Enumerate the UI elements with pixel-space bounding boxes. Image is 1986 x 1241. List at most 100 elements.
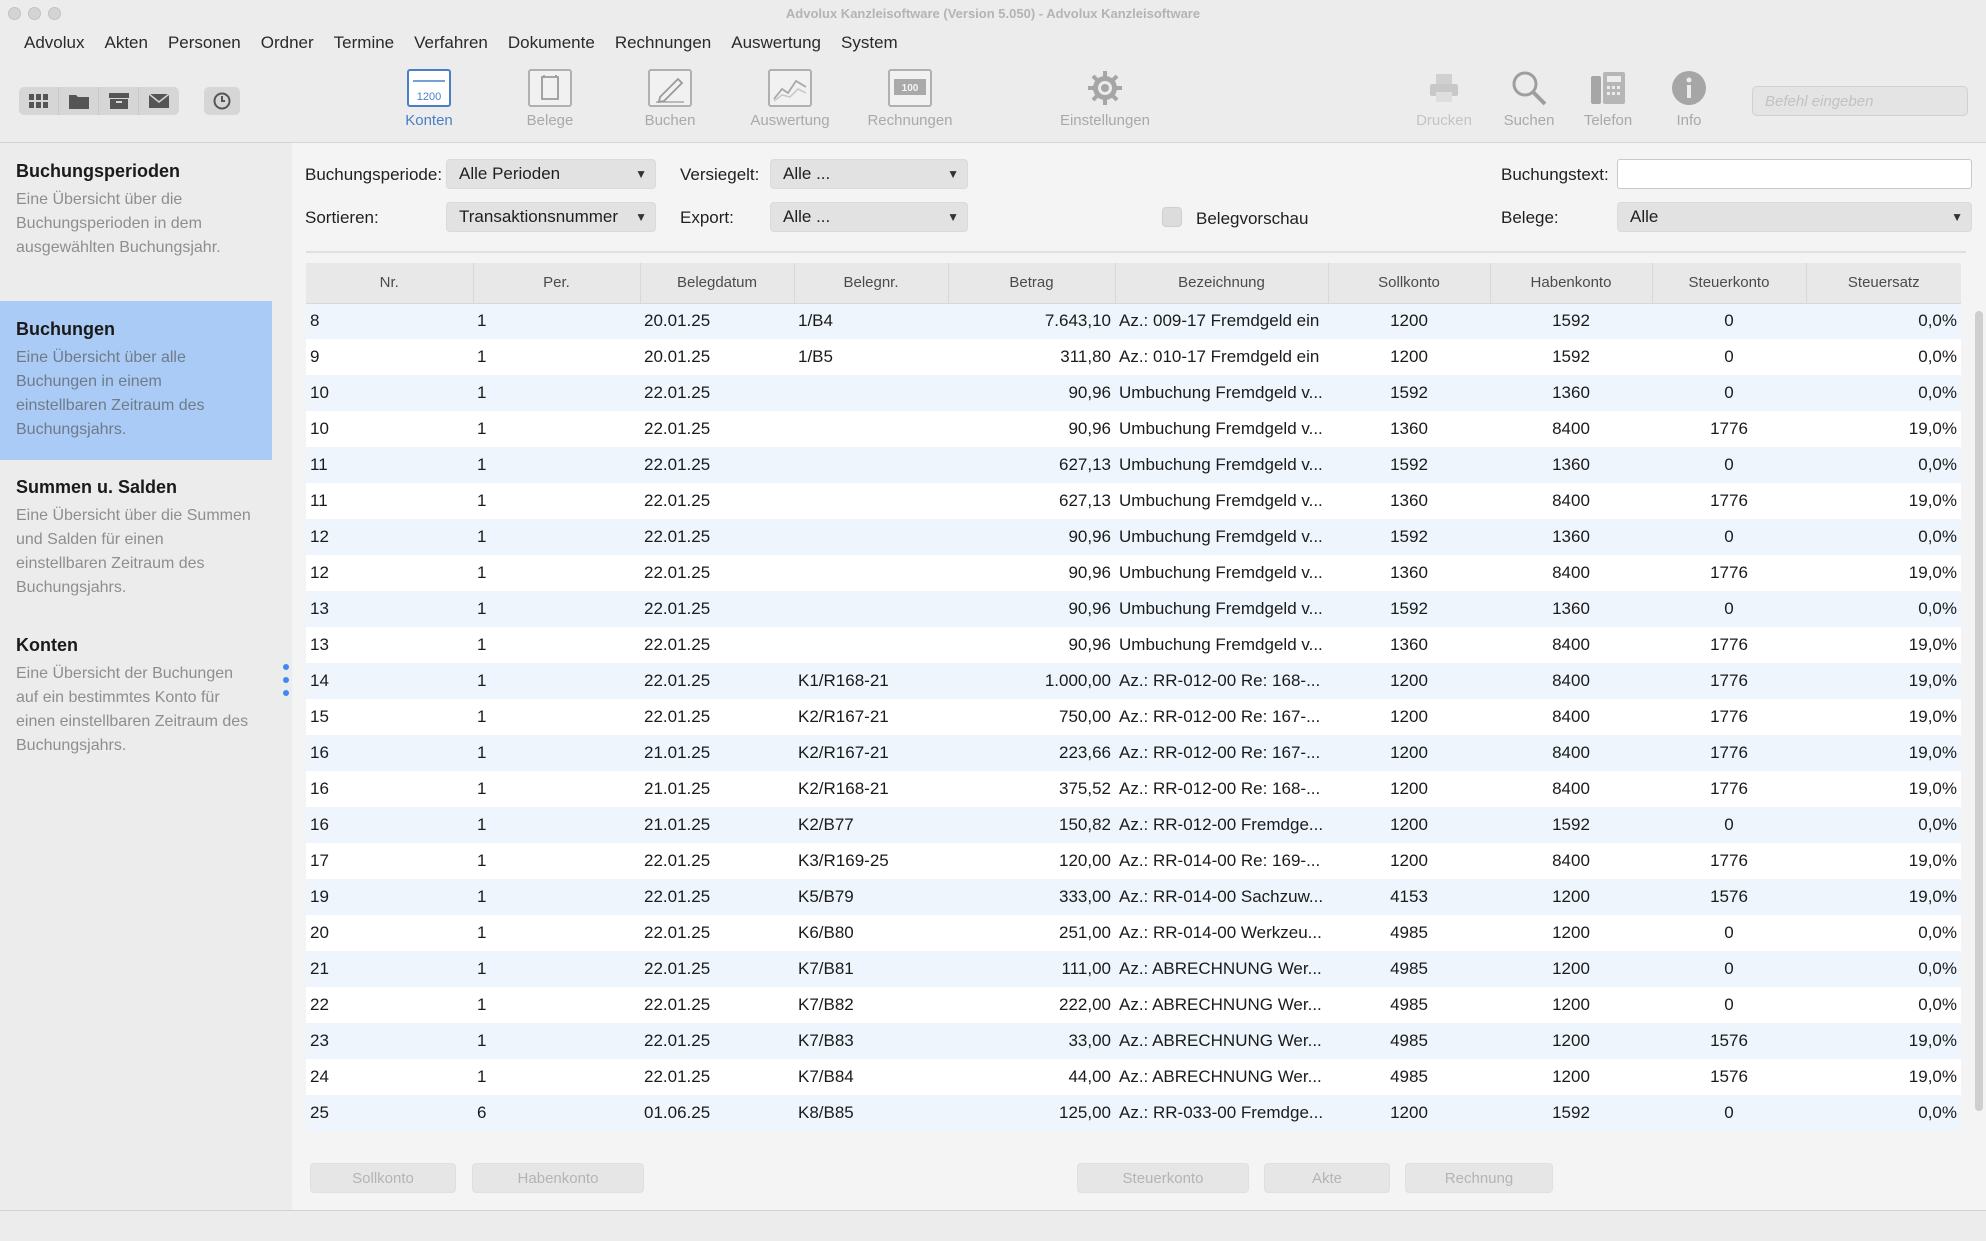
sidebar-item-konten[interactable]: Konten Eine Übersicht der Buchungen auf … xyxy=(0,617,272,776)
table-row[interactable]: 14 1 22.01.25 K1/R168-21 1.000,00 Az.: RR-012… xyxy=(306,663,1961,699)
col-header-per[interactable]: Per. xyxy=(473,263,641,304)
belegvorschau-checkbox[interactable] xyxy=(1162,207,1182,227)
versiegelt-select[interactable]: Alle ... ▼ xyxy=(770,159,968,189)
cell-habenkonto: 1200 xyxy=(1552,923,1590,942)
menu-termine[interactable]: Termine xyxy=(324,32,404,56)
cell-bezeichnung: Umbuchung Fremdgeld v... xyxy=(1115,447,1328,483)
menu-akten[interactable]: Akten xyxy=(94,32,157,56)
col-header-steuersatz[interactable]: Steuersatz xyxy=(1806,263,1961,304)
col-header-belegnr[interactable]: Belegnr. xyxy=(794,263,949,304)
table-row[interactable]: 22 1 22.01.25 K7/B82 222,00 Az.: ABRECHNUNG W… xyxy=(306,987,1961,1023)
table-row[interactable]: 24 1 22.01.25 K7/B84 44,00 Az.: ABRECHNUNG We… xyxy=(306,1059,1961,1095)
menu-verfahren[interactable]: Verfahren xyxy=(404,32,498,56)
menu-advolux[interactable]: Advolux xyxy=(14,32,94,56)
table-row[interactable]: 13 1 22.01.25 90,96 Umbuchung Fremdgeld v...… xyxy=(306,591,1961,627)
tool-buchen[interactable]: Buchen xyxy=(615,68,725,129)
cell-habenkonto: 8400 xyxy=(1552,779,1590,798)
table-row[interactable]: 9 1 20.01.25 1/B5 311,80 Az.: 010-17 Fremdgel… xyxy=(306,339,1961,375)
col-header-nr[interactable]: Nr. xyxy=(306,263,474,304)
steuerkonto-button[interactable]: Steuerkonto xyxy=(1077,1163,1249,1193)
table-row[interactable]: 21 1 22.01.25 K7/B81 111,00 Az.: ABRECHNUNG W… xyxy=(306,951,1961,987)
chevron-down-icon: ▼ xyxy=(635,167,647,181)
table-row[interactable]: 16 1 21.01.25 K2/R167-21 223,66 Az.: RR-012-0… xyxy=(306,735,1961,771)
akte-button[interactable]: Akte xyxy=(1264,1163,1390,1193)
table-row[interactable]: 11 1 22.01.25 627,13 Umbuchung Fremdgeld v..… xyxy=(306,483,1961,519)
habenkonto-button[interactable]: Habenkonto xyxy=(472,1163,644,1193)
menu-auswertung[interactable]: Auswertung xyxy=(721,32,831,56)
tool-info-label: Info xyxy=(1676,112,1702,129)
cell-belegnr xyxy=(794,483,948,519)
sidebar-item-buchungsperioden[interactable]: Buchungsperioden Eine Übersicht über die… xyxy=(0,143,272,278)
buchungsperiode-value: Alle Perioden xyxy=(459,164,561,183)
table-row[interactable]: 12 1 22.01.25 90,96 Umbuchung Fremdgeld v...… xyxy=(306,519,1961,555)
cell-nr: 21 xyxy=(306,951,473,987)
table-row[interactable]: 12 1 22.01.25 90,96 Umbuchung Fremdgeld v...… xyxy=(306,555,1961,591)
menu-rechnungen[interactable]: Rechnungen xyxy=(605,32,721,56)
table-row[interactable]: 10 1 22.01.25 90,96 Umbuchung Fremdgeld v...… xyxy=(306,375,1961,411)
cell-bezeichnung: Umbuchung Fremdgeld v... xyxy=(1119,635,1323,654)
tool-einstellungen-label: Einstellungen xyxy=(1059,112,1151,129)
cell-habenkonto: 1360 xyxy=(1490,591,1652,627)
cell-steuerkonto: 1576 xyxy=(1652,1023,1806,1059)
menu-system[interactable]: System xyxy=(831,32,908,56)
cell-belegdatum: 22.01.25 xyxy=(640,879,794,915)
table-row[interactable]: 25 6 01.06.25 K8/B85 125,00 Az.: RR-033-00 Fr… xyxy=(306,1095,1961,1131)
buchungstext-input[interactable] xyxy=(1617,159,1972,189)
cell-belegnr: K5/B79 xyxy=(794,879,948,915)
belege-select[interactable]: Alle ▼ xyxy=(1617,202,1972,232)
col-header-steuerkonto[interactable]: Steuerkonto xyxy=(1652,263,1807,304)
sollkonto-button[interactable]: Sollkonto xyxy=(310,1163,456,1193)
table-row[interactable]: 16 1 21.01.25 K2/R168-21 375,52 Az.: RR-012-0… xyxy=(306,771,1961,807)
menu-ordner[interactable]: Ordner xyxy=(251,32,324,56)
cell-belegnr: 1/B5 xyxy=(798,347,833,366)
cell-betrag: 90,96 xyxy=(1068,419,1111,438)
buchungsperiode-select[interactable]: Alle Perioden ▼ xyxy=(446,159,656,189)
table-row[interactable]: 8 1 20.01.25 1/B4 7.643,10 Az.: 009-17 Fremdg… xyxy=(306,303,1961,339)
sidebar-item-summen-salden[interactable]: Summen u. Salden Eine Übersicht über die… xyxy=(0,459,272,618)
cell-belegnr xyxy=(794,591,948,627)
rechnung-button[interactable]: Rechnung xyxy=(1405,1163,1553,1193)
table-row[interactable]: 20 1 22.01.25 K6/B80 251,00 Az.: RR-014-00 We… xyxy=(306,915,1961,951)
table-row[interactable]: 15 1 22.01.25 K2/R167-21 750,00 Az.: RR-012-0… xyxy=(306,699,1961,735)
cell-sollkonto: 1200 xyxy=(1328,303,1490,339)
cell-belegdatum: 21.01.25 xyxy=(640,807,794,843)
cell-steuerkonto: 1776 xyxy=(1710,851,1748,870)
sidebar-splitter-handle[interactable] xyxy=(283,664,289,696)
menu-personen[interactable]: Personen xyxy=(158,32,251,56)
mail-icon[interactable] xyxy=(139,87,179,115)
sortieren-select[interactable]: Transaktionsnummer ▼ xyxy=(446,202,656,232)
table-row[interactable]: 10 1 22.01.25 90,96 Umbuchung Fremdgeld v...… xyxy=(306,411,1961,447)
col-header-sollkonto[interactable]: Sollkonto xyxy=(1328,263,1491,304)
table-row[interactable]: 16 1 21.01.25 K2/B77 150,82 Az.: RR-012-00 Fr… xyxy=(306,807,1961,843)
col-header-habenkonto[interactable]: Habenkonto xyxy=(1490,263,1653,304)
tool-auswertung[interactable]: Auswertung xyxy=(735,68,845,129)
table-row[interactable]: 19 1 22.01.25 K5/B79 333,00 Az.: RR-014-00 Sa… xyxy=(306,879,1961,915)
col-header-betrag[interactable]: Betrag xyxy=(948,263,1116,304)
col-header-belegdatum[interactable]: Belegdatum xyxy=(640,263,795,304)
table-row[interactable]: 23 1 22.01.25 K7/B83 33,00 Az.: ABRECHNUNG We… xyxy=(306,1023,1961,1059)
table-scrollbar[interactable] xyxy=(1975,311,1983,1111)
export-select[interactable]: Alle ... ▼ xyxy=(770,202,968,232)
cell-steuersatz: 0,0% xyxy=(1806,519,1961,555)
cell-bezeichnung: Az.: RR-014-00 Werkzeu... xyxy=(1119,923,1322,942)
cell-betrag: 627,13 xyxy=(948,447,1115,483)
command-input[interactable] xyxy=(1752,86,1968,116)
col-header-bezeichnung[interactable]: Bezeichnung xyxy=(1115,263,1329,304)
folder-icon[interactable] xyxy=(59,87,99,115)
tool-info[interactable]: Info xyxy=(1634,68,1744,129)
menu-dokumente[interactable]: Dokumente xyxy=(498,32,605,56)
tool-konten[interactable]: 1200 Konten xyxy=(374,68,484,129)
clock-icon[interactable] xyxy=(204,87,240,115)
cell-sollkonto: 1200 xyxy=(1390,851,1428,870)
sidebar-item-buchungen[interactable]: Buchungen Eine Übersicht über alle Buchu… xyxy=(0,301,272,460)
table-row[interactable]: 17 1 22.01.25 K3/R169-25 120,00 Az.: RR-014-0… xyxy=(306,843,1961,879)
archive-icon[interactable] xyxy=(99,87,139,115)
tool-einstellungen[interactable]: Einstellungen xyxy=(1050,68,1160,129)
cell-steuerkonto: 0 xyxy=(1652,519,1806,555)
cell-steuerkonto: 0 xyxy=(1652,447,1806,483)
tool-belege[interactable]: Belege xyxy=(495,68,605,129)
grid-icon[interactable] xyxy=(19,87,59,115)
tool-rechnungen[interactable]: 100 Rechnungen xyxy=(855,68,965,129)
table-row[interactable]: 13 1 22.01.25 90,96 Umbuchung Fremdgeld v...… xyxy=(306,627,1961,663)
table-row[interactable]: 11 1 22.01.25 627,13 Umbuchung Fremdgeld v..… xyxy=(306,447,1961,483)
